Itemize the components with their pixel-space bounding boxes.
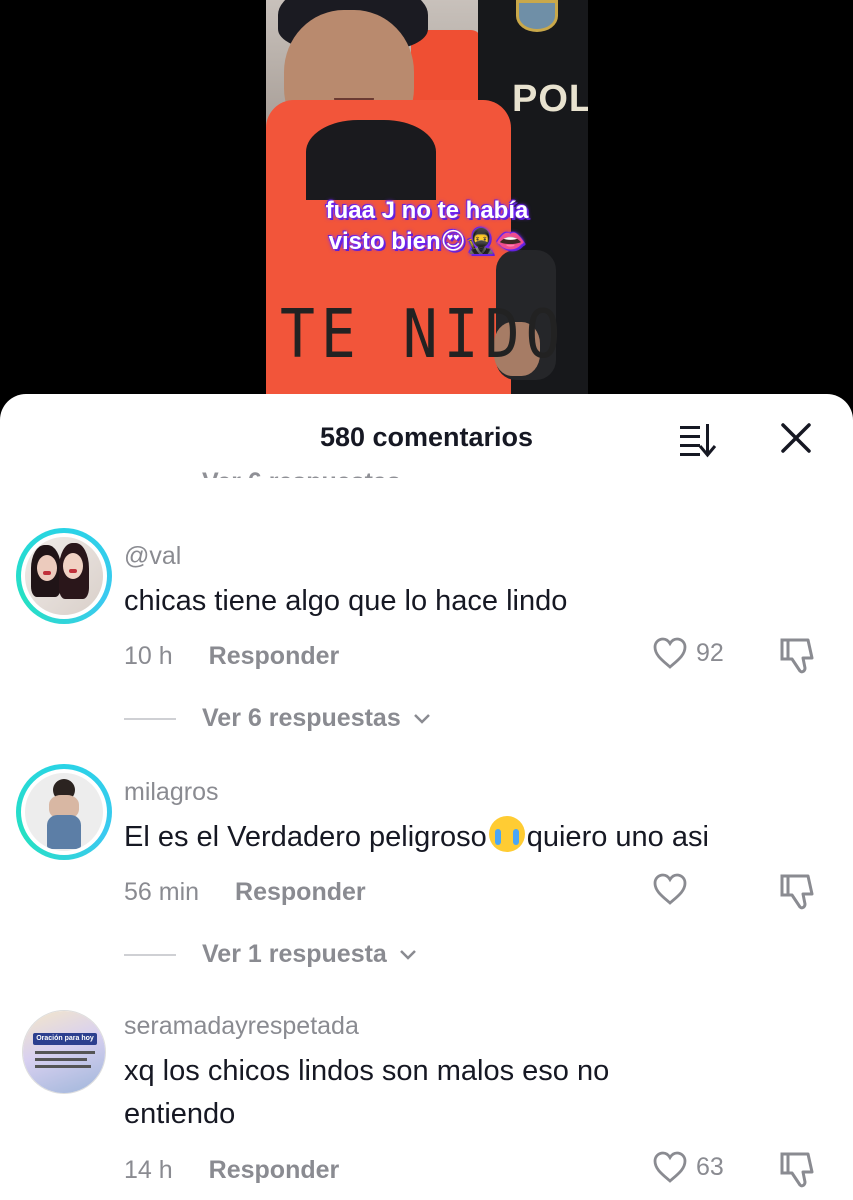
heart-icon (653, 1151, 687, 1183)
avatar[interactable] (16, 528, 112, 624)
divider-line (124, 953, 176, 956)
comment-time: 10 h (124, 642, 173, 670)
caption-line-2: visto bien😍🥷👄 (328, 228, 526, 255)
video-player[interactable]: POL TE NIDO fuaa J no te había visto bie… (0, 0, 853, 410)
avatar[interactable] (16, 764, 112, 860)
divider-line (124, 717, 176, 720)
like-button[interactable]: 63 (652, 1150, 724, 1184)
reply-button[interactable]: Responder (209, 642, 340, 671)
sheet-header: 580 comentarios (0, 394, 853, 484)
video-frame: POL TE NIDO fuaa J no te había visto bie… (266, 0, 588, 410)
comment-username[interactable]: seramadayrespetada (124, 1012, 359, 1041)
sheet-header-mask (0, 478, 853, 498)
comments-sheet: 580 comentarios Ver 6 respuestas (0, 394, 853, 1200)
chevron-down-icon (413, 713, 430, 724)
comment-meta: 14 h Responder (124, 1156, 339, 1185)
comment-time: 14 h (124, 1156, 173, 1184)
dislike-icon[interactable] (778, 1148, 822, 1192)
comment-text-part-2: quiero uno asi (526, 821, 709, 853)
vest-text: TE NIDO (280, 294, 567, 374)
view-replies-label: Ver 1 respuesta (202, 940, 387, 968)
crying-emoji-icon (488, 816, 525, 852)
avatar-image (21, 769, 107, 855)
avatar[interactable]: Oración para hoy (22, 1010, 106, 1094)
comment-meta: 56 min Responder (124, 878, 366, 907)
avatar-text: Oración para hoy (33, 1033, 97, 1045)
comment-text: xq los chicos lindos son malos eso no en… (124, 1055, 610, 1130)
view-replies[interactable]: Ver 1 respuesta (124, 940, 417, 969)
comment-text-part-1: El es el Verdadero peligroso (124, 821, 487, 853)
dislike-icon[interactable] (778, 634, 822, 678)
comment-time: 56 min (124, 878, 200, 906)
chevron-down-icon (399, 949, 416, 960)
caption-line-1: fuaa J no te había (325, 197, 529, 224)
comment-meta: 10 h Responder (124, 642, 339, 671)
like-button[interactable] (652, 872, 696, 906)
police-label: POL (512, 78, 588, 120)
hoodie-shape (306, 120, 436, 200)
comment-username[interactable]: milagros (124, 778, 218, 807)
close-icon[interactable] (778, 420, 814, 456)
like-button[interactable]: 92 (652, 636, 724, 670)
reply-button[interactable]: Responder (209, 1156, 340, 1185)
sort-icon[interactable] (678, 422, 720, 458)
dislike-icon[interactable] (778, 870, 822, 914)
like-count: 92 (696, 638, 724, 667)
police-badge-icon (516, 0, 558, 32)
view-replies-label: Ver 6 respuestas (202, 704, 401, 732)
heart-icon (653, 873, 687, 905)
comment-text: chicas tiene algo que lo hace lindo (124, 585, 568, 617)
comment-text: El es el Verdadero peligroso quiero uno a… (124, 816, 813, 859)
comment-username[interactable]: @val (124, 542, 181, 571)
heart-icon (653, 637, 687, 669)
comments-count-title: 580 comentarios (319, 422, 534, 452)
like-count: 63 (696, 1152, 724, 1181)
view-replies[interactable]: Ver 6 respuestas (124, 704, 431, 733)
video-caption: fuaa J no te había visto bien😍🥷👄 (266, 195, 588, 257)
avatar-image (21, 533, 107, 619)
reply-button[interactable]: Responder (235, 878, 366, 907)
